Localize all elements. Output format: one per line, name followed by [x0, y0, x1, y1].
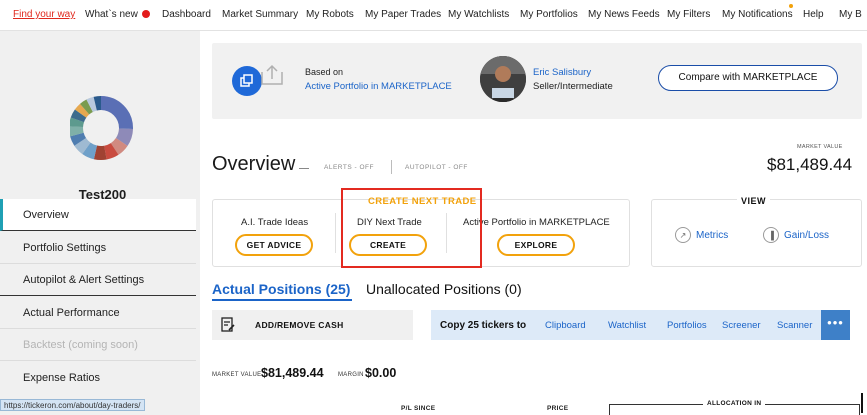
window-edge: [861, 393, 863, 413]
metrics-link[interactable]: ↗ Metrics: [675, 227, 728, 243]
nav-my-news-feeds[interactable]: My News Feeds: [588, 9, 660, 20]
sidebar-item-backtest: Backtest (coming soon): [0, 329, 196, 361]
copy-to-portfolios-link[interactable]: Portfolios: [667, 320, 707, 331]
positions-market-value-label: MARKET VALUE: [212, 372, 262, 378]
main-content: Based on Active Portfolio in MARKETPLACE…: [200, 31, 867, 415]
edit-document-icon: [221, 317, 235, 332]
active-tab-underline: [212, 299, 352, 301]
marketplace-banner: Based on Active Portfolio in MARKETPLACE…: [212, 43, 862, 119]
nav-market-summary[interactable]: Market Summary: [222, 9, 298, 20]
column-price[interactable]: PRICE: [547, 405, 568, 412]
metrics-label: Metrics: [696, 229, 729, 241]
top-navigation: Find your way What`s new Dashboard Marke…: [0, 0, 867, 31]
nav-my-filters[interactable]: My Filters: [667, 9, 710, 20]
nav-my-paper-trades[interactable]: My Paper Trades: [365, 9, 441, 20]
based-on-label: Based on: [305, 67, 344, 77]
market-value: $81,489.44: [767, 155, 853, 174]
upload-icon: [261, 64, 283, 85]
copy-to-watchlist-link[interactable]: Watchlist: [608, 320, 646, 331]
nav-my-watchlists[interactable]: My Watchlists: [448, 9, 509, 20]
explore-button[interactable]: EXPLORE: [497, 234, 575, 256]
margin-value: $0.00: [365, 366, 397, 380]
nav-my-notifications[interactable]: My Notifications: [722, 9, 793, 20]
column-pl-since[interactable]: P/L SINCE: [401, 405, 435, 412]
copy-to-scanner-link[interactable]: Scanner: [777, 320, 812, 331]
margin-label: MARGIN: [338, 372, 364, 378]
nav-find-your-way[interactable]: Find your way: [13, 9, 75, 20]
tab-actual-positions[interactable]: Actual Positions (25): [212, 281, 350, 297]
metrics-icon: ↗: [675, 227, 691, 243]
sidebar: Test200 Active Non-Diversified Overview …: [0, 31, 200, 415]
copy-tickers-label: Copy 25 tickers to: [440, 320, 527, 331]
gain-loss-label: Gain/Loss: [784, 229, 830, 241]
gain-loss-link[interactable]: ▐ Gain/Loss: [763, 227, 829, 243]
status-divider: [391, 160, 392, 174]
tab-unallocated-positions[interactable]: Unallocated Positions (0): [366, 281, 522, 297]
marketplace-portfolio-label: Active Portfolio in MARKETPLACE: [463, 217, 610, 228]
nav-whats-new[interactable]: What`s new: [85, 9, 150, 20]
sidebar-item-actual-performance[interactable]: Actual Performance: [0, 297, 196, 329]
author-role: Seller/Intermediate: [533, 81, 613, 92]
view-title: VIEW: [737, 196, 771, 206]
status-bar-url: https://tickeron.com/about/day-traders/: [0, 399, 145, 411]
alerts-status[interactable]: ALERTS - OFF: [324, 164, 374, 171]
nav-my-robots[interactable]: My Robots: [306, 9, 354, 20]
get-advice-button[interactable]: GET ADVICE: [235, 234, 313, 256]
nav-help[interactable]: Help: [803, 9, 824, 20]
sidebar-item-overview[interactable]: Overview: [0, 199, 196, 231]
page-title: Overview: [212, 153, 296, 175]
bar-chart-icon: ▐: [763, 227, 779, 243]
nav-whats-new-label: What`s new: [85, 9, 138, 20]
based-on-portfolio-link[interactable]: Active Portfolio in MARKETPLACE: [305, 81, 452, 92]
autopilot-status[interactable]: AUTOPILOT - OFF: [405, 164, 468, 171]
nav-my-b[interactable]: My B: [839, 9, 862, 20]
action-divider: [335, 213, 336, 253]
more-options-button[interactable]: •••: [821, 310, 850, 340]
nav-dashboard[interactable]: Dashboard: [162, 9, 211, 20]
sidebar-item-portfolio-settings[interactable]: Portfolio Settings: [0, 232, 196, 264]
title-dash: [299, 168, 309, 169]
copy-to-screener-link[interactable]: Screener: [722, 320, 761, 331]
market-value-label: MARKET VALUE: [797, 144, 843, 150]
positions-market-value: $81,489.44: [261, 366, 324, 380]
notification-dot: [789, 4, 793, 8]
sidebar-item-autopilot-alert-settings[interactable]: Autopilot & Alert Settings: [0, 264, 196, 296]
author-avatar[interactable]: [480, 56, 526, 102]
new-indicator-dot: [141, 10, 150, 18]
column-allocation-in[interactable]: ALLOCATION IN: [703, 400, 766, 407]
ai-trade-ideas-label: A.I. Trade Ideas: [241, 217, 309, 228]
sidebar-item-expense-ratios[interactable]: Expense Ratios: [0, 362, 196, 394]
nav-my-portfolios[interactable]: My Portfolios: [520, 9, 578, 20]
add-remove-cash-label: ADD/REMOVE CASH: [255, 320, 344, 330]
highlight-frame: [341, 188, 482, 268]
author-name-link[interactable]: Eric Salisbury: [533, 67, 591, 78]
copy-to-clipboard-link[interactable]: Clipboard: [545, 320, 586, 331]
portfolio-donut-icon: [70, 96, 133, 160]
compare-with-marketplace-button[interactable]: Compare with MARKETPLACE: [658, 65, 838, 91]
